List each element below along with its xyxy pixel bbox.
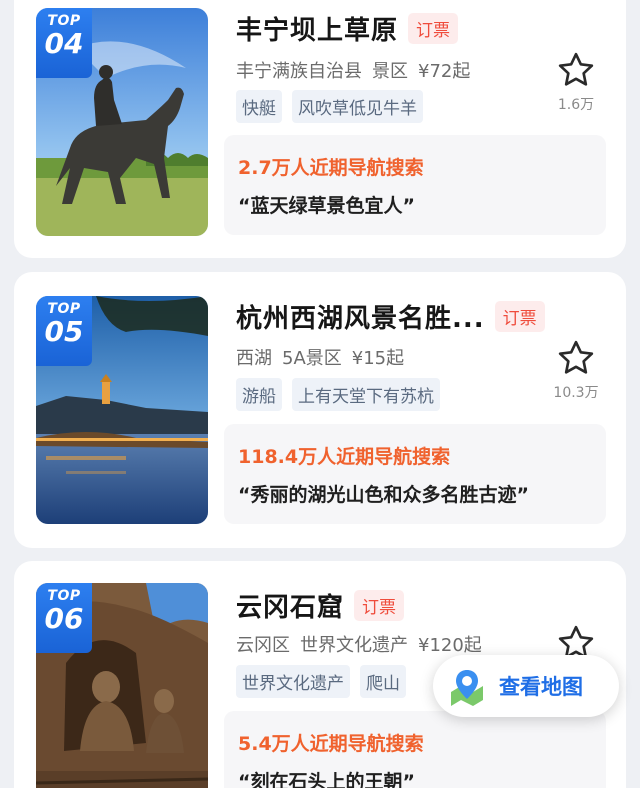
spot-image-05[interactable]: TOP 05 xyxy=(36,296,208,524)
spot-title[interactable]: 杭州西湖风景名胜... xyxy=(236,298,485,335)
rank-badge: TOP 04 xyxy=(36,8,92,78)
spot-title[interactable]: 云冈石窟 xyxy=(236,587,344,624)
search-heat-box: 2.7万人近期导航搜索 “蓝天绿草景色宜人” xyxy=(224,135,606,235)
spot-info: 丰宁满族自治县 景区 ¥72起 xyxy=(236,57,470,83)
rank-number: 06 xyxy=(44,602,84,635)
spot-image-06[interactable]: TOP 06 xyxy=(36,583,208,788)
search-count: 118.4万人近期导航搜索 xyxy=(238,446,451,468)
tag: 上有天堂下有苏杭 xyxy=(292,378,440,411)
spot-level: 世界文化遗产 xyxy=(300,635,408,656)
spot-level: 景区 xyxy=(372,61,408,82)
rank-badge: TOP 05 xyxy=(36,296,92,366)
title-row: 杭州西湖风景名胜... 订票 xyxy=(236,296,545,336)
search-count: 2.7万人近期导航搜索 xyxy=(238,157,424,179)
tag: 快艇 xyxy=(236,90,282,123)
spot-quote: “刻在石头上的王朝” xyxy=(238,771,415,788)
spot-quote: “秀丽的湖光山色和众多名胜古迹” xyxy=(238,484,529,506)
spot-image-04[interactable]: TOP 04 xyxy=(36,8,208,236)
map-pin-icon xyxy=(451,670,483,706)
title-row: 云冈石窟 订票 xyxy=(236,585,405,625)
view-map-button[interactable]: 查看地图 xyxy=(433,655,619,717)
spot-level: 5A景区 xyxy=(282,348,342,369)
favorite-count: 10.3万 xyxy=(553,385,599,401)
rank-number: 04 xyxy=(44,27,84,60)
tag-list: 游船 上有天堂下有苏杭 xyxy=(236,378,450,411)
star-icon xyxy=(558,52,594,86)
tag: 游船 xyxy=(236,378,282,411)
title-row: 丰宁坝上草原 订票 xyxy=(236,8,459,48)
spot-info: 云冈区 世界文化遗产 ¥120起 xyxy=(236,631,482,657)
spot-price: ¥120起 xyxy=(418,635,482,656)
spot-quote: “蓝天绿草景色宜人” xyxy=(238,195,415,217)
tag: 风吹草低见牛羊 xyxy=(292,90,423,123)
search-count: 5.4万人近期导航搜索 xyxy=(238,733,424,755)
rank-badge: TOP 06 xyxy=(36,583,92,653)
tag-list: 世界文化遗产 爬山 xyxy=(236,665,416,698)
tag: 爬山 xyxy=(360,665,406,698)
spot-price: ¥15起 xyxy=(351,348,405,369)
spot-region: 西湖 xyxy=(236,348,272,369)
ticket-button[interactable]: 订票 xyxy=(354,589,405,621)
tag-list: 快艇 风吹草低见牛羊 xyxy=(236,90,433,123)
ticket-button[interactable]: 订票 xyxy=(494,300,545,332)
ticket-button[interactable]: 订票 xyxy=(408,12,459,44)
rank-number: 05 xyxy=(44,315,84,348)
spot-card-05[interactable]: TOP 05 杭州西湖风景名胜... 订票 西湖 5A景区 ¥15起 游船 上有天堂… xyxy=(14,272,626,548)
spot-price: ¥72起 xyxy=(418,61,471,82)
spot-title[interactable]: 丰宁坝上草原 xyxy=(236,10,398,47)
view-map-label: 查看地图 xyxy=(499,675,583,699)
spot-region: 丰宁满族自治县 xyxy=(236,61,362,82)
spot-region: 云冈区 xyxy=(236,635,290,656)
spot-info: 西湖 5A景区 ¥15起 xyxy=(236,344,404,370)
search-heat-box: 118.4万人近期导航搜索 “秀丽的湖光山色和众多名胜古迹” xyxy=(224,424,606,524)
favorite-button[interactable]: 1.6万 xyxy=(546,50,606,114)
spot-card-04[interactable]: TOP 04 丰宁坝上草原 订票 丰宁满族自治县 景区 ¥72起 快艇 风吹草低见牛… xyxy=(14,0,626,258)
tag: 世界文化遗产 xyxy=(236,665,350,698)
search-heat-box: 5.4万人近期导航搜索 “刻在石头上的王朝” xyxy=(224,711,606,788)
favorite-count: 1.6万 xyxy=(557,97,595,113)
favorite-button[interactable]: 10.3万 xyxy=(546,338,606,402)
star-icon xyxy=(558,340,594,374)
